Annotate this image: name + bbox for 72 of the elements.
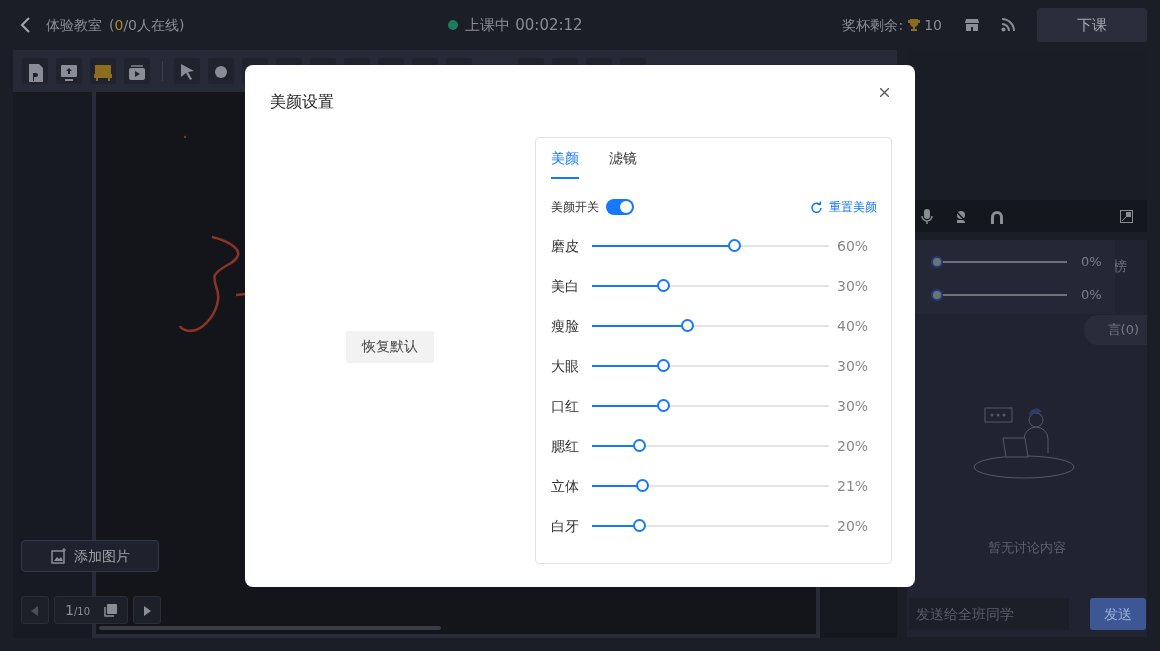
slider-thumb[interactable] (680, 319, 694, 332)
volume-reading: 0% (1081, 285, 1102, 304)
left-triangle-icon (31, 605, 39, 616)
slider-value: 30% (837, 396, 870, 416)
slider-value: 21% (837, 476, 870, 496)
end-class-button[interactable]: 下课 (1037, 8, 1147, 42)
slider-thumb[interactable] (633, 519, 647, 532)
chat-tab[interactable]: 言(0) (1083, 315, 1147, 345)
slider-label: 瘦脸 (551, 316, 580, 336)
slider-value: 20% (837, 436, 870, 456)
right-triangle-icon (143, 605, 151, 616)
slider-label: 美白 (551, 276, 580, 296)
slider-label: 白牙 (551, 516, 580, 536)
slider-thumb[interactable] (635, 479, 649, 492)
slider-label: 腮红 (551, 436, 580, 456)
slider-label: 口红 (551, 396, 580, 416)
tab[interactable]: 美颜 (551, 138, 579, 179)
media-tool-button[interactable] (124, 58, 150, 84)
slider-thumb[interactable] (728, 239, 742, 252)
volume-reading: 0% (1081, 252, 1102, 271)
shrink-window-icon[interactable] (1120, 209, 1133, 223)
slider-value: 60% (837, 236, 870, 256)
slider-thumb[interactable] (657, 279, 671, 292)
trophy-count: 10 (924, 15, 942, 35)
rss-icon[interactable] (1001, 18, 1015, 32)
trophy-icon (906, 18, 921, 32)
dialog-title: 美颜设置 (270, 91, 334, 113)
page-number: 1/10 (65, 600, 90, 620)
next-page-button[interactable] (133, 596, 161, 624)
send-button[interactable]: 发送 (1089, 598, 1146, 630)
slider-thumb[interactable] (657, 359, 671, 372)
sofa-tool-button[interactable] (90, 58, 116, 84)
slider-value: 30% (837, 356, 870, 376)
slider-value: 30% (837, 276, 870, 296)
toggle-switch[interactable] (606, 199, 634, 215)
cursor-tool-button[interactable] (174, 58, 200, 84)
trophy-label: 奖杯剩余: (842, 15, 904, 35)
slider-thumb[interactable] (657, 399, 671, 412)
ppt-file-tool-button[interactable] (22, 58, 48, 84)
circle-tool-button[interactable] (208, 58, 234, 84)
back-icon[interactable] (20, 16, 32, 34)
camera-off-icon[interactable] (954, 208, 968, 224)
message-input[interactable]: 发送给全班同学 (908, 598, 1069, 630)
online-count: (0/0人在线) (109, 15, 185, 35)
scrollbar[interactable] (99, 626, 441, 630)
screen-upload-icon (59, 62, 79, 82)
screen-upload-tool-button[interactable] (56, 58, 82, 84)
volume-slider-thumb[interactable] (931, 288, 943, 301)
status-dot (448, 20, 459, 30)
slider-value: 20% (837, 516, 870, 536)
pages-icon[interactable] (104, 603, 117, 617)
refresh-icon (810, 201, 822, 213)
close-icon (880, 88, 889, 97)
image-add-icon (50, 548, 67, 564)
slider-value: 40% (837, 316, 870, 336)
slider-label: 大眼 (551, 356, 580, 376)
class-status: 上课中 00:02:12 (465, 14, 583, 36)
reset-link[interactable]: 重置美颜 (810, 198, 877, 216)
slider-thumb[interactable] (633, 439, 647, 452)
microphone-icon[interactable] (921, 208, 933, 224)
slider-label: 磨皮 (551, 236, 580, 256)
slider-label: 立体 (551, 476, 580, 496)
arch-icon[interactable] (989, 208, 1005, 224)
tab[interactable]: 滤镜 (609, 138, 637, 179)
class-title: 体验教室 (46, 15, 102, 35)
volume-slider-thumb[interactable] (931, 255, 943, 268)
add-image-button[interactable]: 添加图片 (21, 540, 159, 572)
restore-default-button[interactable]: 恢复默认 (346, 330, 434, 363)
media-icon (127, 62, 147, 82)
sofa-icon (93, 62, 113, 82)
store-icon[interactable] (965, 18, 979, 32)
switch-label: 美颜开关 (551, 199, 599, 216)
